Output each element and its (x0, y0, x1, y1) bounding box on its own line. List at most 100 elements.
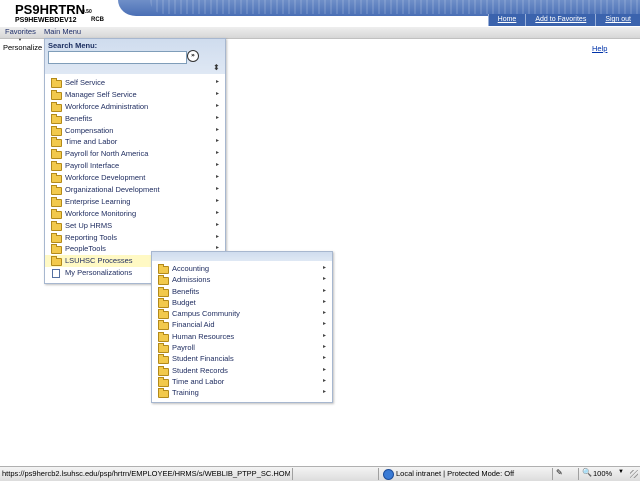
lock-icon[interactable]: ✎ (556, 468, 563, 477)
chevron-right-icon: ▸ (322, 298, 326, 305)
menu-item-label: LSUHSC Processes (65, 256, 133, 266)
chevron-right-icon: ▸ (322, 287, 326, 294)
chevron-right-icon: ▸ (215, 150, 219, 157)
menu-item-compensation[interactable]: Compensation ▸ (45, 125, 225, 137)
menu-item-label: Reporting Tools (65, 232, 117, 242)
menu-item-label: Financial Aid (172, 320, 215, 330)
folder-icon (51, 137, 62, 148)
submenu-item-campus-community[interactable]: Campus Community ▸ (152, 308, 332, 320)
menu-item-payroll-for-north-america[interactable]: Payroll for North America ▸ (45, 148, 225, 160)
folder-icon (51, 208, 62, 219)
folder-icon (51, 256, 62, 267)
menu-item-organizational-development[interactable]: Organizational Development ▸ (45, 184, 225, 196)
folder-icon (158, 309, 169, 320)
resize-grip[interactable] (630, 470, 638, 478)
menu-item-label: Payroll Interface (65, 161, 120, 171)
menu-item-workforce-monitoring[interactable]: Workforce Monitoring ▸ (45, 208, 225, 220)
submenu-item-accounting[interactable]: Accounting ▸ (152, 263, 332, 274)
main-menu-button[interactable]: Main Menu ▼ (44, 27, 81, 42)
submenu-item-student-financials[interactable]: Student Financials ▸ (152, 353, 332, 365)
menu-item-self-service[interactable]: Self Service ▸ (45, 77, 225, 89)
search-menu-label: Search Menu: (48, 41, 98, 50)
folder-icon (158, 297, 169, 308)
zoom-icon[interactable]: 🔍 (582, 468, 592, 477)
folder-icon (158, 264, 169, 274)
menu-item-set-up-hrms[interactable]: Set Up HRMS ▸ (45, 220, 225, 232)
sort-icon[interactable]: ⬍ (213, 64, 220, 72)
chevron-right-icon: ▸ (322, 321, 326, 328)
menu-item-payroll-interface[interactable]: Payroll Interface ▸ (45, 160, 225, 172)
add-to-favorites-link[interactable]: Add to Favorites (525, 14, 595, 26)
chevron-right-icon: ▸ (215, 174, 219, 181)
chevron-right-icon: ▸ (322, 389, 326, 396)
folder-icon (51, 244, 62, 255)
submenu-item-payroll[interactable]: Payroll ▸ (152, 342, 332, 354)
menu-item-label: Student Records (172, 365, 228, 375)
chevron-right-icon: ▸ (322, 355, 326, 362)
submenu-header (152, 252, 332, 261)
folder-icon (51, 232, 62, 243)
favorites-menu[interactable]: Favorites ▼ (5, 27, 36, 42)
menu-item-workforce-development[interactable]: Workforce Development ▸ (45, 172, 225, 184)
folder-icon (51, 101, 62, 112)
menu-item-enterprise-learning[interactable]: Enterprise Learning ▸ (45, 196, 225, 208)
submenu-item-human-resources[interactable]: Human Resources ▸ (152, 331, 332, 342)
database-name: PS9HRTRN (15, 2, 86, 17)
menu-item-benefits[interactable]: Benefits ▸ (45, 113, 225, 125)
menu-item-manager-self-service[interactable]: Manager Self Service ▸ (45, 89, 225, 101)
submenu-item-budget[interactable]: Budget ▸ (152, 297, 332, 308)
submenu-item-financial-aid[interactable]: Financial Aid ▸ (152, 319, 332, 331)
chevron-right-icon: ▸ (215, 221, 219, 228)
header-pattern (150, 0, 640, 14)
folder-icon (158, 388, 169, 399)
chevron-right-icon: ▸ (322, 344, 326, 351)
chevron-right-icon: ▸ (322, 265, 326, 271)
chevron-right-icon: ▸ (215, 162, 219, 169)
submenu-item-training[interactable]: Training ▸ (152, 387, 332, 399)
menu-item-label: Manager Self Service (65, 89, 137, 99)
menu-item-label: Benefits (65, 113, 93, 123)
submenu-item-admissions[interactable]: Admissions ▸ (152, 274, 332, 286)
menu-item-label: Time and Labor (172, 376, 225, 386)
chevron-down-icon[interactable]: ▼ (618, 469, 624, 475)
menu-item-workforce-administration[interactable]: Workforce Administration ▸ (45, 101, 225, 113)
home-link[interactable]: Home (487, 14, 526, 26)
submenu-item-benefits[interactable]: Benefits ▸ (152, 286, 332, 297)
folder-icon (51, 125, 62, 136)
folder-icon (51, 173, 62, 184)
menu-item-label: Accounting (172, 264, 210, 273)
sign-out-link[interactable]: Sign out (595, 14, 640, 26)
chevron-right-icon: ▸ (215, 209, 219, 216)
folder-icon (51, 220, 62, 231)
page-icon (52, 269, 60, 279)
menu-item-time-and-labor[interactable]: Time and Labor ▸ (45, 136, 225, 148)
help-link[interactable]: Help (592, 44, 607, 53)
menu-item-label: Self Service (65, 78, 106, 87)
folder-icon (51, 185, 62, 196)
search-menu-area: Search Menu: » ⬍ (45, 39, 225, 74)
menu-item-label: Set Up HRMS (65, 220, 113, 230)
zoom-level[interactable]: 100% (593, 469, 612, 478)
menu-item-label: Budget (172, 297, 196, 307)
menu-item-reporting-tools[interactable]: Reporting Tools ▸ (45, 232, 225, 244)
folder-icon (158, 286, 169, 297)
globe-icon (383, 469, 394, 480)
database-version: 9.50 (82, 9, 92, 15)
folder-icon (158, 275, 169, 286)
security-zone[interactable]: Local intranet | Protected Mode: Off (396, 469, 514, 478)
menu-item-label: Benefits (172, 286, 200, 296)
menu-item-label: Workforce Monitoring (65, 208, 137, 218)
menu-item-label: Workforce Administration (65, 101, 149, 111)
search-go-icon[interactable]: » (187, 50, 199, 62)
folder-icon (51, 149, 62, 160)
chevron-right-icon: ▸ (322, 377, 326, 384)
header-nav: Home Add to Favorites Sign out (487, 14, 640, 26)
status-bar: https://ps9hercb2.lsuhsc.edu/psp/hrtrn/E… (0, 466, 640, 481)
submenu-list: Accounting ▸ Admissions ▸ Benefits ▸ Budget ▸ Ca… (152, 263, 332, 399)
menu-item-label: Student Financials (172, 354, 234, 364)
search-menu-input[interactable] (48, 51, 187, 64)
personalize-link[interactable]: Personalize (3, 43, 42, 52)
submenu-item-student-records[interactable]: Student Records ▸ (152, 365, 332, 376)
chevron-right-icon: ▸ (215, 197, 219, 204)
submenu-item-time-and-labor[interactable]: Time and Labor ▸ (152, 376, 332, 387)
